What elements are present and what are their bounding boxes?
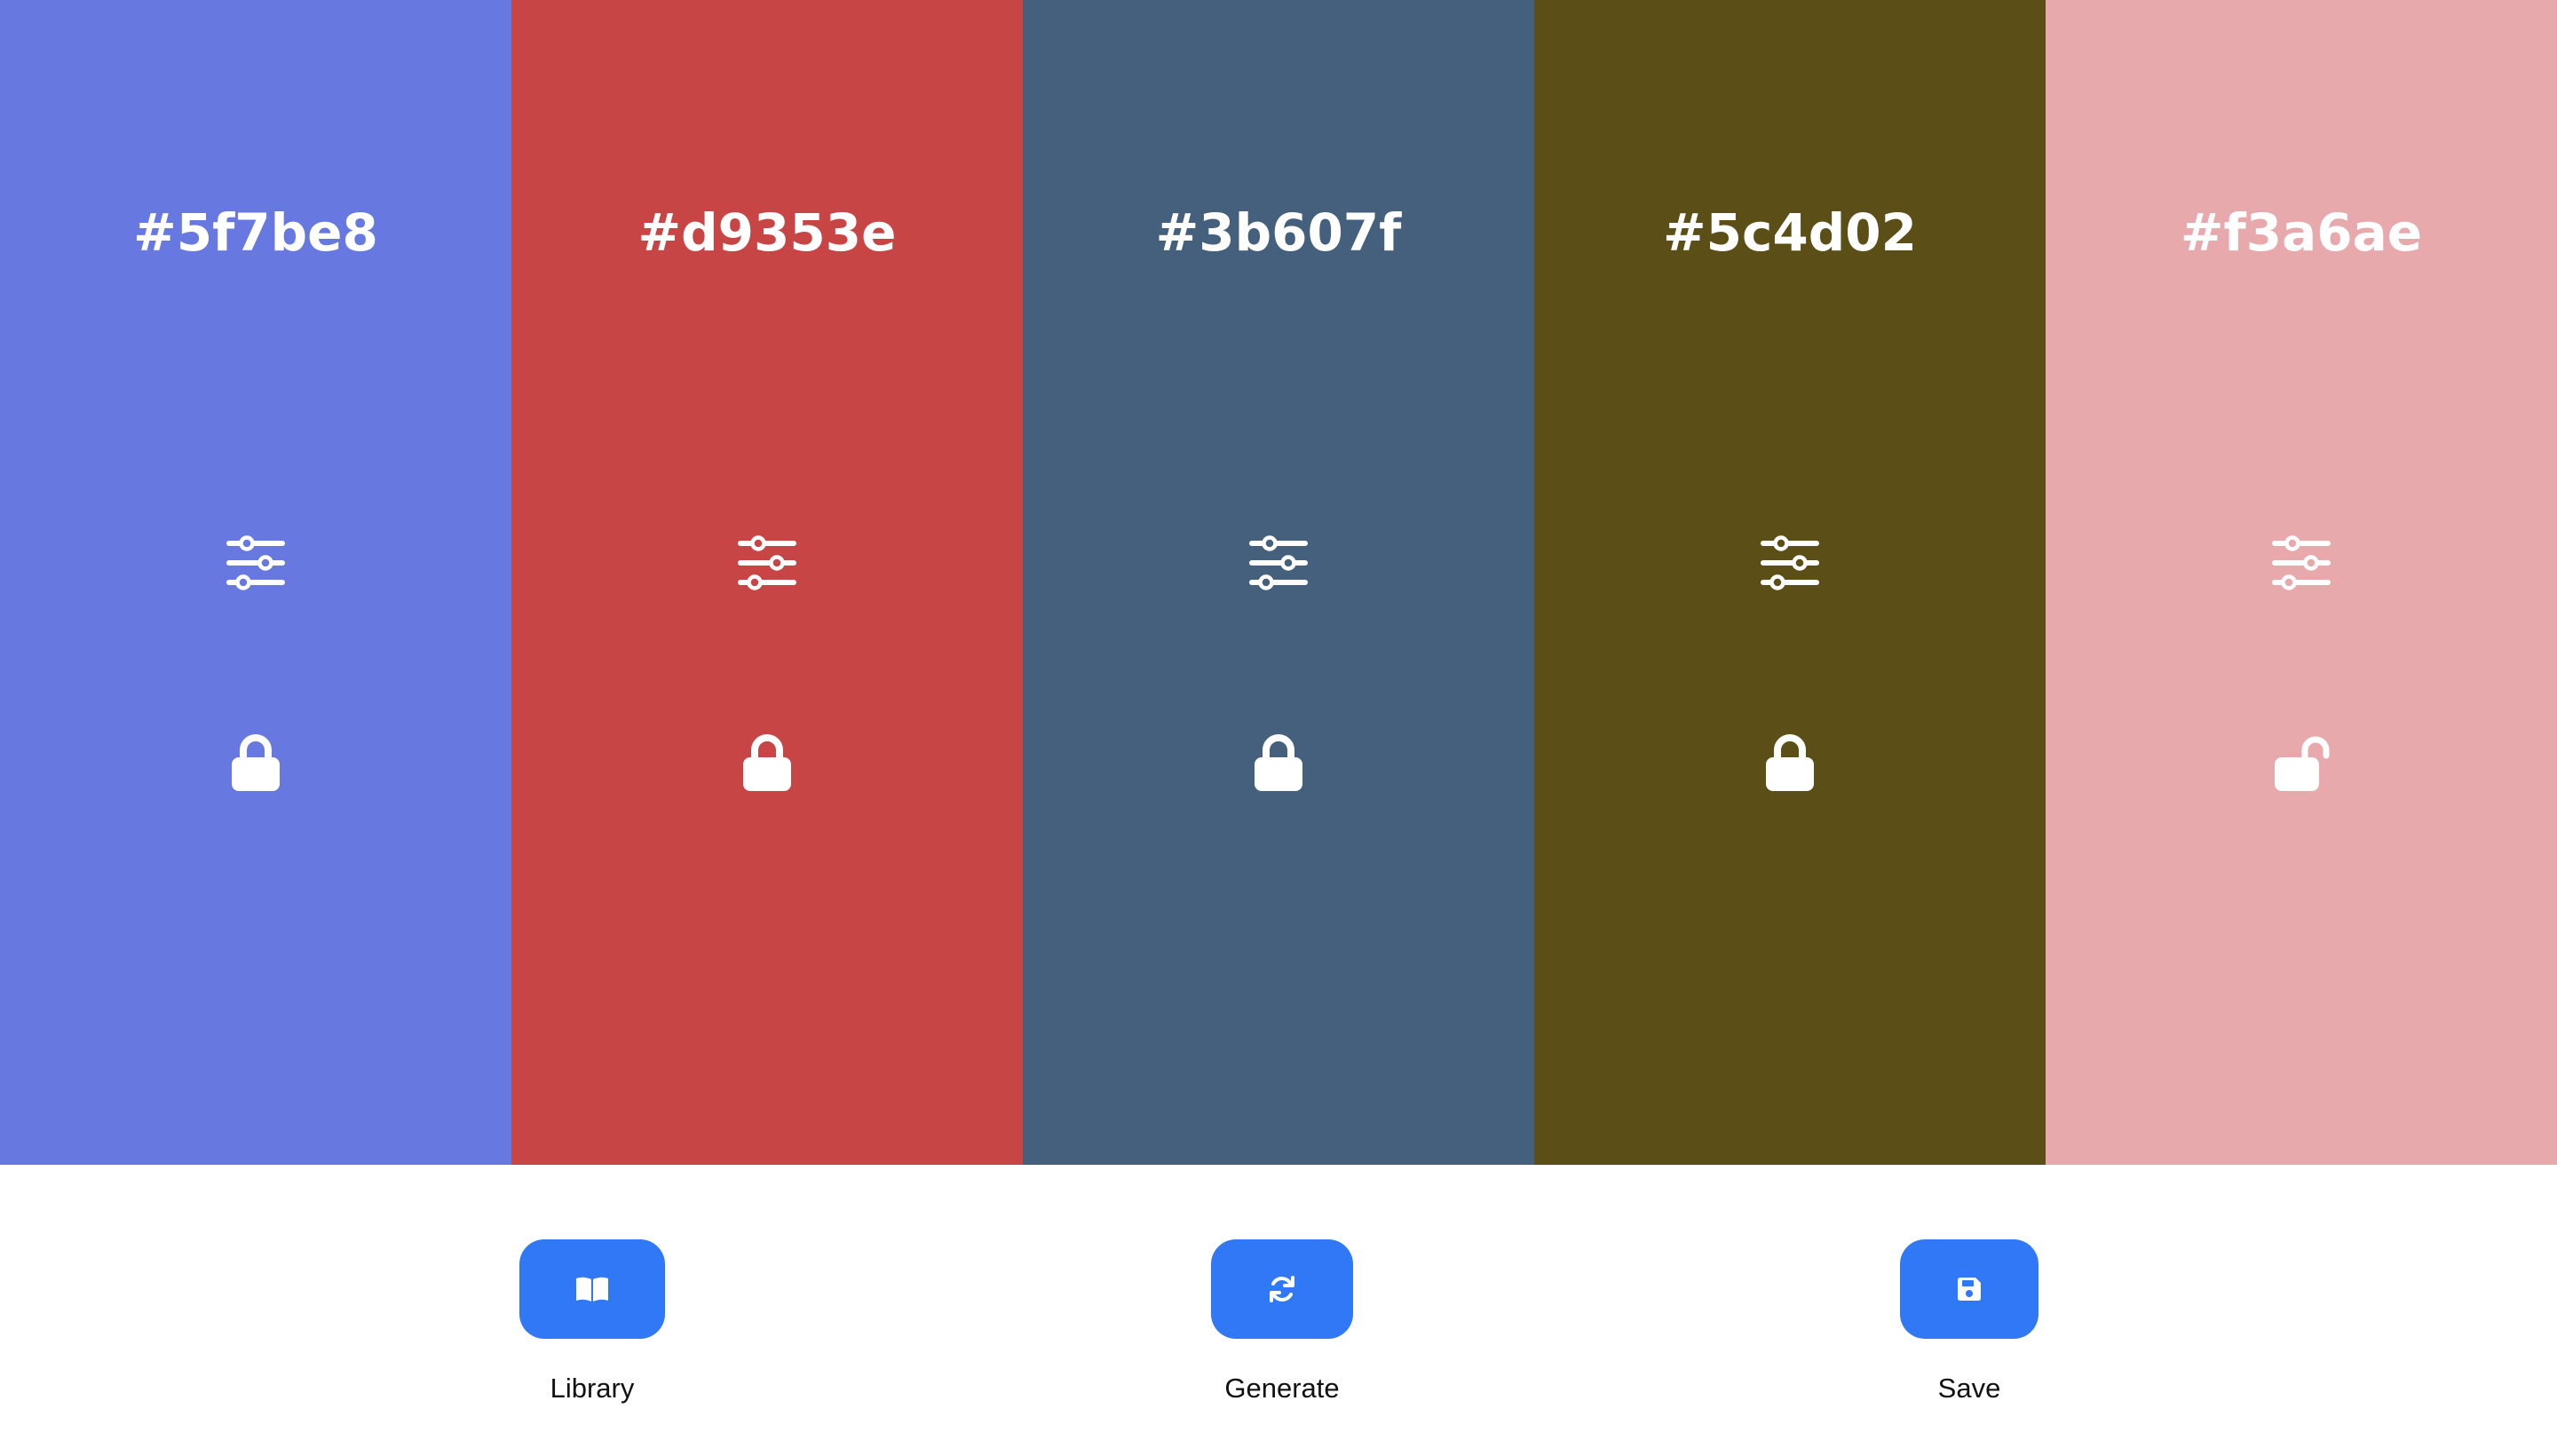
lock-icon <box>232 734 280 791</box>
hex-code[interactable]: #f3a6ae <box>2046 197 2557 268</box>
lock-icon <box>743 734 791 791</box>
color-swatch-4[interactable]: #5c4d02 <box>1534 0 2046 1165</box>
floppy-disk-icon <box>1958 1278 1981 1301</box>
book-open-icon <box>576 1277 608 1302</box>
hex-code[interactable]: #3b607f <box>1023 197 1534 268</box>
sliders-icon <box>738 535 796 590</box>
generate-label: Generate <box>1224 1373 1340 1404</box>
generate-tool: Generate <box>1211 1239 1353 1405</box>
color-swatch-3[interactable]: #3b607f <box>1023 0 1534 1165</box>
lock-icon <box>1766 734 1814 791</box>
color-swatch-1[interactable]: #5f7be8 <box>0 0 511 1165</box>
lock-button[interactable] <box>1758 730 1822 794</box>
refresh-icon <box>1270 1276 1294 1302</box>
adjust-button[interactable] <box>2269 531 2333 595</box>
save-tool: Save <box>1900 1239 2038 1405</box>
color-swatch-2[interactable]: #d9353e <box>511 0 1023 1165</box>
library-tool: Library <box>519 1239 665 1405</box>
adjust-button[interactable] <box>1758 531 1822 595</box>
save-button[interactable] <box>1900 1239 2038 1339</box>
palette: #5f7be8 #d9353e #3b607f #5c4d02 #f3a6ae <box>0 0 2557 1165</box>
sliders-icon <box>1249 535 1308 590</box>
adjust-button[interactable] <box>735 531 799 595</box>
sliders-icon <box>2272 535 2331 590</box>
unlock-icon <box>2275 736 2330 791</box>
lock-button[interactable] <box>224 730 288 794</box>
save-label: Save <box>1937 1373 2001 1404</box>
adjust-button[interactable] <box>224 531 288 595</box>
hex-code[interactable]: #5f7be8 <box>0 197 511 268</box>
lock-button[interactable] <box>735 730 799 794</box>
hex-code[interactable]: #5c4d02 <box>1534 197 2046 268</box>
toolbar: Library Generate Save <box>0 1165 2557 1456</box>
lock-icon <box>1255 734 1302 791</box>
library-button[interactable] <box>519 1239 665 1339</box>
sliders-icon <box>1761 535 1819 590</box>
library-label: Library <box>550 1373 635 1404</box>
hex-code[interactable]: #d9353e <box>511 197 1023 268</box>
generate-button[interactable] <box>1211 1239 1353 1339</box>
unlock-button[interactable] <box>2269 730 2333 794</box>
adjust-button[interactable] <box>1247 531 1310 595</box>
sliders-icon <box>226 535 285 590</box>
color-swatch-5[interactable]: #f3a6ae <box>2046 0 2557 1165</box>
lock-button[interactable] <box>1247 730 1310 794</box>
